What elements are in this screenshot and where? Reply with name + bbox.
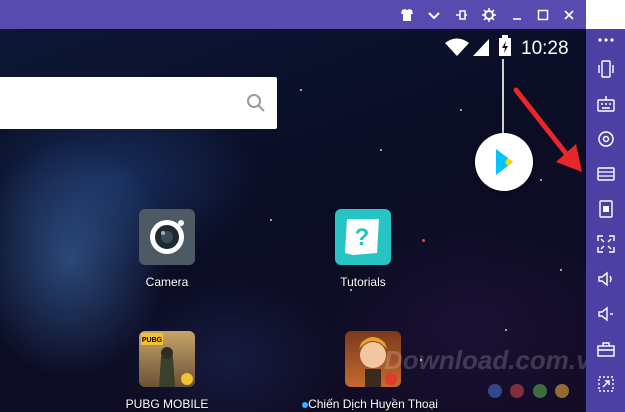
sidebar-top-strip [586,0,625,29]
pin-icon[interactable] [452,6,470,24]
minimize-icon[interactable] [508,6,526,24]
chevron-down-icon[interactable] [425,6,443,24]
gear-icon[interactable] [480,6,498,24]
toolbox-icon[interactable] [596,339,616,359]
title-bar [0,0,586,29]
close-icon[interactable] [560,6,578,24]
clock: 10:28 [521,38,569,59]
search-bar[interactable] [0,77,277,131]
star [460,109,462,111]
app-camera[interactable]: Camera [122,209,212,289]
app-tutorials[interactable]: ? Tutorials [318,209,408,289]
star [380,149,382,151]
pubg-icon: PUBG [139,331,195,387]
notification-dot [302,402,308,408]
app-label: Chiến Dịch Huyền Thoại [302,397,438,411]
app-label-text: Chiến Dịch Huyền Thoại [308,397,438,411]
star [270,219,272,221]
star [540,179,542,181]
notification-line [502,59,504,135]
search-input[interactable] [0,77,242,131]
signal-icon [472,37,490,62]
app-label: Camera [145,275,189,289]
battery-icon [498,35,512,62]
multi-instance-icon[interactable] [596,374,616,394]
star [300,89,302,91]
volume-down-icon[interactable] [596,304,616,324]
camera-icon [139,209,195,265]
watermark-dots [488,384,570,403]
android-screen[interactable]: 10:28 Camera ? Tutorials PUBG PUBG MOBIL… [0,29,586,412]
app-label: Tutorials [340,275,386,289]
star [505,329,507,331]
red-arrow-annotation [510,84,586,174]
app-pubg-mobile[interactable]: PUBG PUBG MOBILE [122,331,212,411]
apk-icon[interactable] [596,199,616,219]
more-icon[interactable] [596,33,616,53]
location-icon[interactable] [596,129,616,149]
star [350,289,352,291]
wifi-icon [444,37,470,62]
app-label: PUBG MOBILE [125,397,209,411]
shake-icon[interactable] [596,59,616,79]
keyboard-icon[interactable] [596,94,616,114]
star [422,239,425,242]
right-toolbar [586,29,625,412]
svg-text:?: ? [355,224,370,251]
screen-icon[interactable] [596,164,616,184]
search-icon[interactable] [246,93,266,113]
star [560,269,562,271]
watermark: Download.com.vn [384,345,586,375]
tutorials-icon: ? [335,209,391,265]
shirt-icon[interactable] [398,6,416,24]
maximize-icon[interactable] [534,6,552,24]
svg-text:PUBG: PUBG [142,337,163,344]
fullscreen-icon[interactable] [596,234,616,254]
volume-up-icon[interactable] [596,269,616,289]
